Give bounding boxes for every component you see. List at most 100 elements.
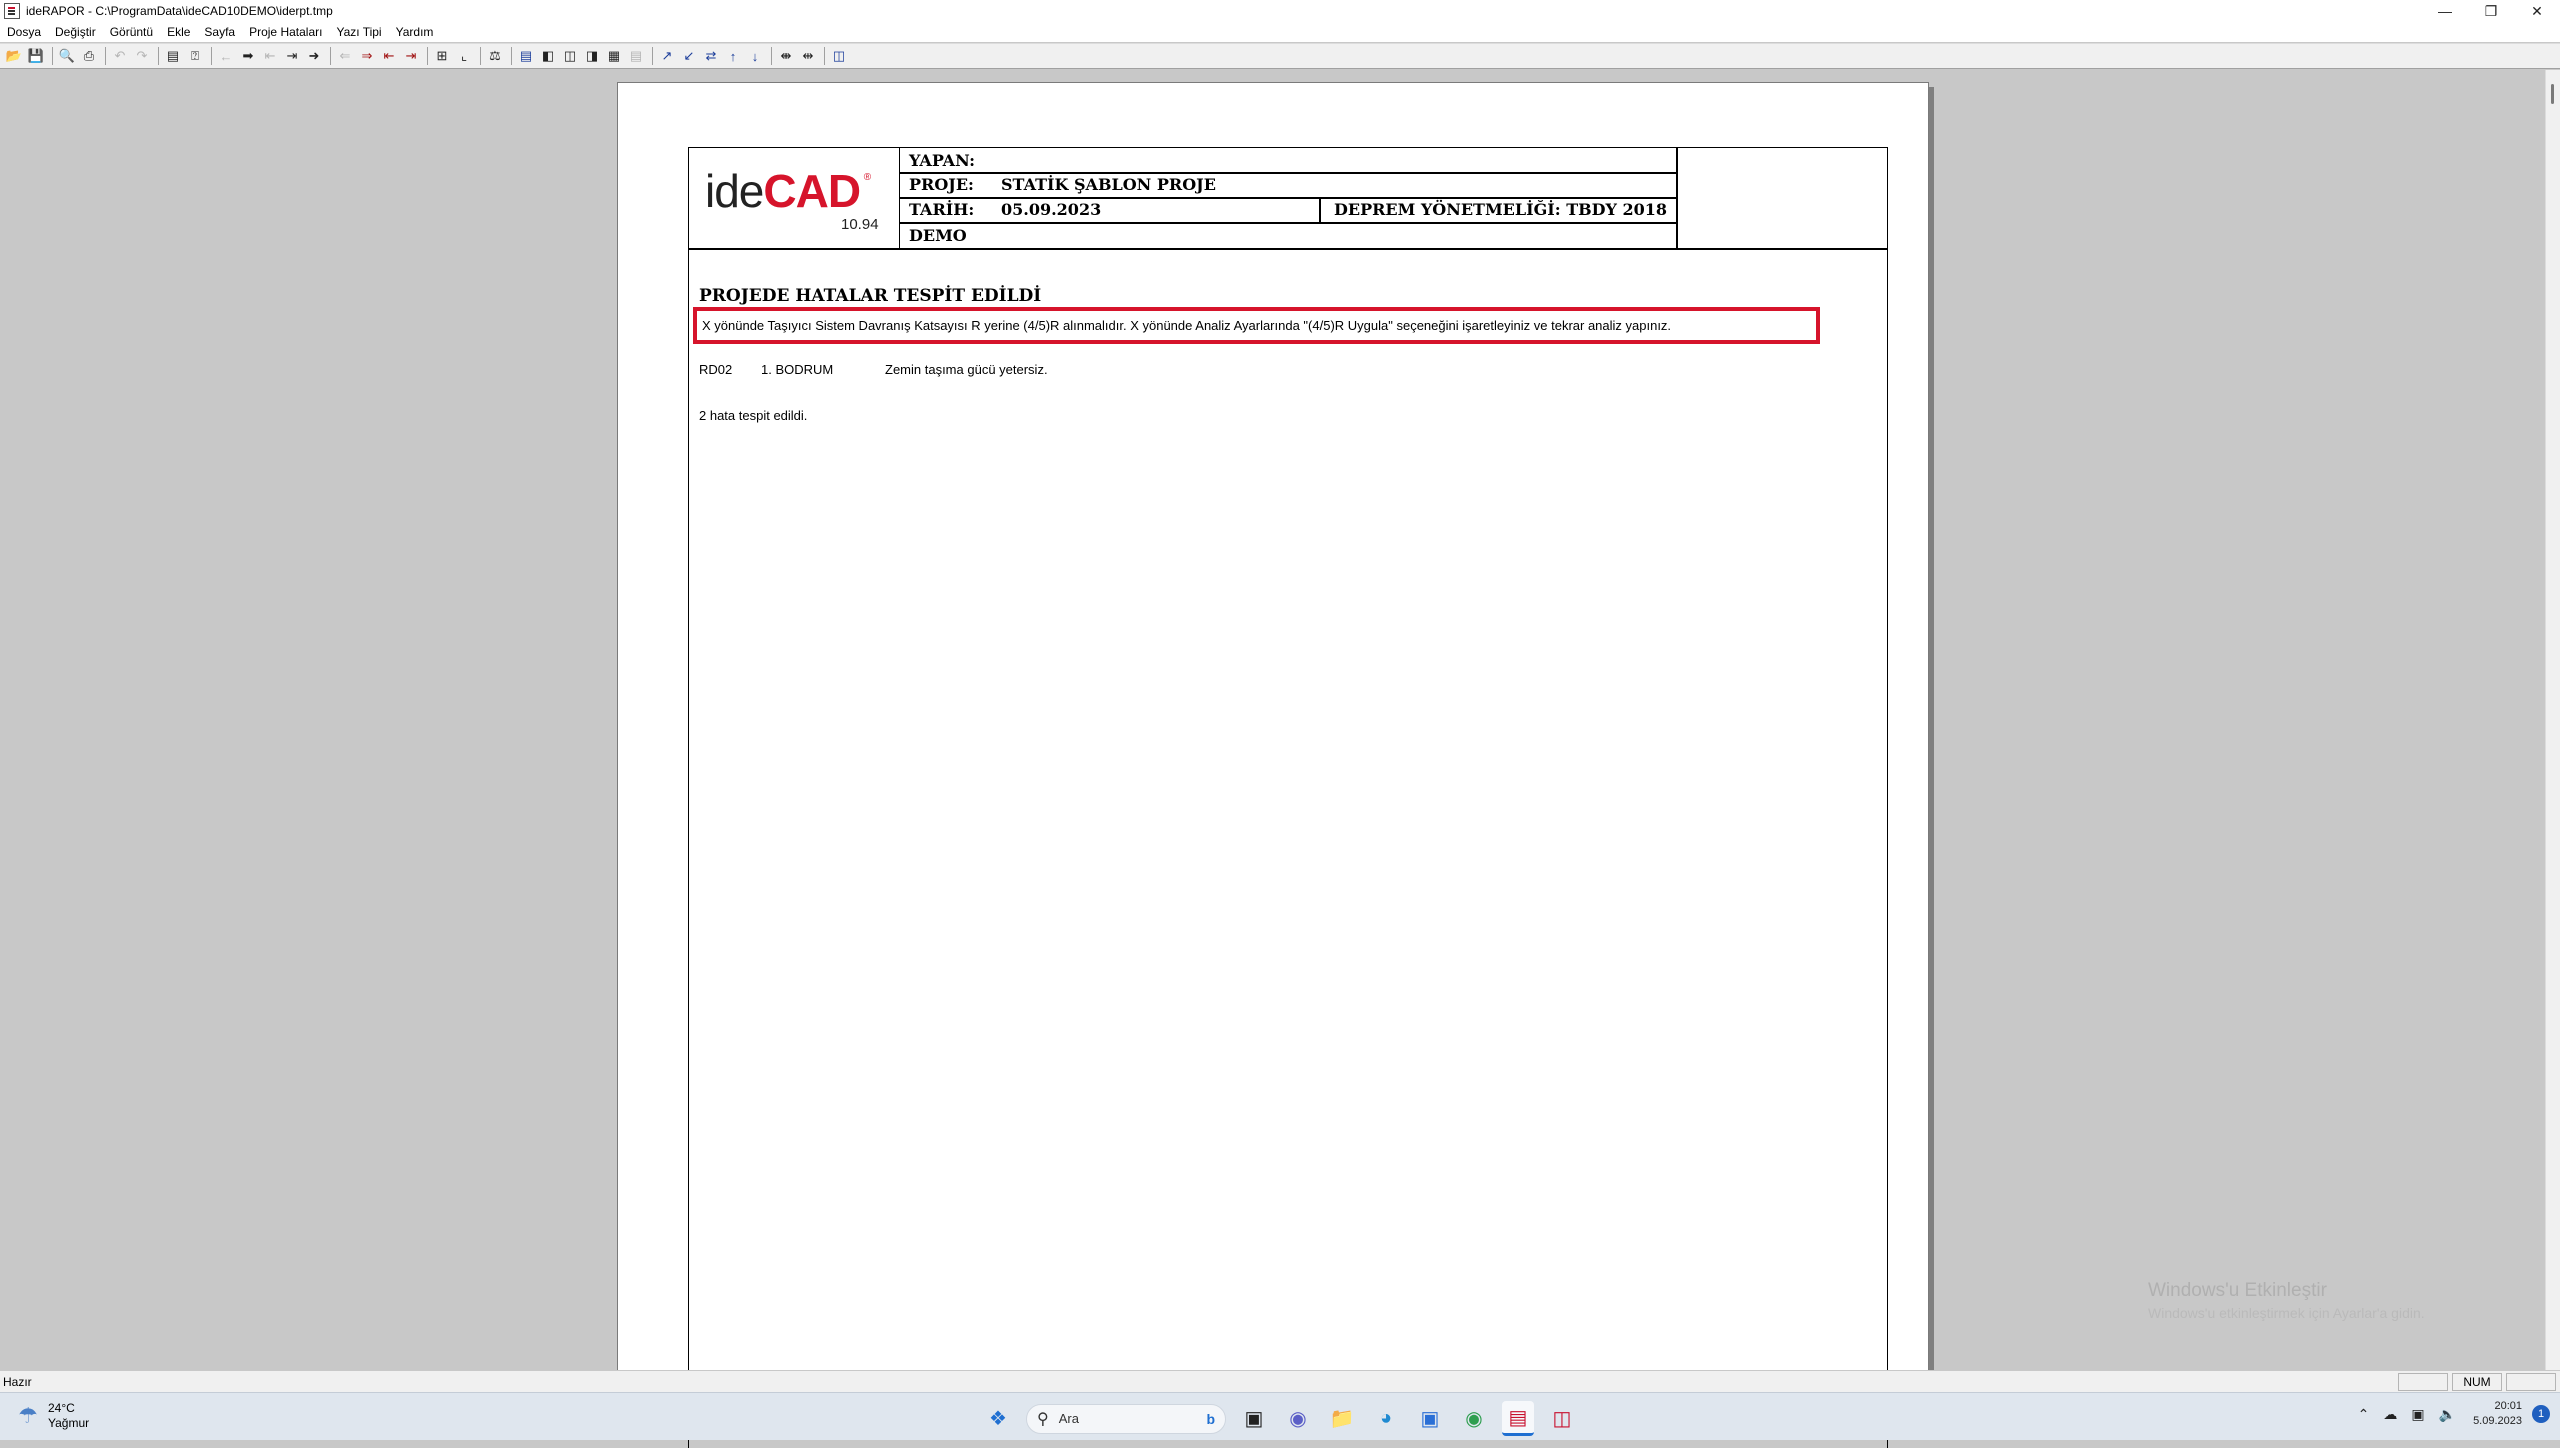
zoom-fit-icon[interactable]: ⇄	[701, 46, 721, 66]
taskbar-apps: ❖ ⚲ Ara b ▣ ◉ 📁 ◕ ▣ ◉ ▤ ◫	[976, 1401, 1584, 1436]
toolbar-separator	[52, 47, 53, 65]
toolbar-separator	[330, 47, 331, 65]
network-icon[interactable]: ▣	[2411, 1406, 2424, 1423]
window-title: ideRAPOR - C:\ProgramData\ideCAD10DEMO\i…	[26, 4, 333, 18]
menu-bar: Dosya Değiştir Görüntü Ekle Sayfa Proje …	[0, 22, 2560, 42]
layout-grid-icon[interactable]: ▦	[604, 46, 624, 66]
menu-degistir[interactable]: Değiştir	[48, 25, 103, 39]
layout-header-icon[interactable]: ▤	[516, 46, 536, 66]
redo-icon[interactable]: ↷	[132, 46, 152, 66]
prev-error-icon[interactable]: ⇐	[335, 46, 355, 66]
layout-right-icon[interactable]: ◨	[582, 46, 602, 66]
toolbar-separator	[211, 47, 212, 65]
yapan-label: YAPAN:	[909, 150, 976, 170]
print-preview-icon[interactable]: 🔍	[57, 46, 77, 66]
title-bar: ideRAPOR - C:\ProgramData\ideCAD10DEMO\i…	[0, 0, 2560, 22]
next-page-icon[interactable]: ➡	[238, 46, 258, 66]
status-ready: Hazır	[3, 1374, 32, 1389]
error-summary: 2 hata tespit edildi.	[699, 408, 808, 423]
first-error-icon[interactable]: ⇤	[379, 46, 399, 66]
error-message: Zemin taşıma gücü yetersiz.	[885, 362, 1048, 377]
notification-badge[interactable]: 1	[2532, 1405, 2550, 1423]
layout-split-icon[interactable]: ◫	[560, 46, 580, 66]
microsoft-store-icon[interactable]: ▣	[1414, 1403, 1446, 1435]
task-view-icon[interactable]: ▣	[1238, 1403, 1270, 1435]
toolbar-separator	[652, 47, 653, 65]
restore-button[interactable]: ❐	[2468, 0, 2514, 22]
activation-watermark-subtitle: Windows'u etkinleştirmek için Ayarlar'a …	[2148, 1305, 2425, 1321]
logo-cell: ideCAD ® 10.94	[689, 148, 900, 248]
idecad-taskbar-icon[interactable]: ◫	[1546, 1403, 1578, 1435]
menu-sayfa[interactable]: Sayfa	[197, 25, 242, 39]
teams-chat-icon[interactable]: ◉	[1282, 1403, 1314, 1435]
undo-icon[interactable]: ↶	[110, 46, 130, 66]
align-icon[interactable]: ⌞	[454, 46, 474, 66]
layout-left-icon[interactable]: ◧	[538, 46, 558, 66]
open-folder-icon[interactable]: 📂	[4, 46, 24, 66]
goto-page-icon[interactable]: ➜	[304, 46, 324, 66]
minimize-button[interactable]: —	[2422, 0, 2468, 22]
toolbar-separator	[480, 47, 481, 65]
bing-icon[interactable]: b	[1206, 1411, 1215, 1427]
deprem-yonetmeligi: DEPREM YÖNETMELİĞİ: TBDY 2018	[1334, 200, 1668, 219]
idecad-logo: ideCAD ®	[705, 164, 871, 218]
scale-icon[interactable]: ⚖	[485, 46, 505, 66]
menu-yazi-tipi[interactable]: Yazı Tipi	[329, 25, 388, 39]
taskbar-clock[interactable]: 20:01 5.09.2023	[2473, 1399, 2522, 1429]
status-num-indicator: NUM	[2452, 1372, 2502, 1391]
highlighted-error-box: X yönünde Taşıyıcı Sistem Davranış Katsa…	[693, 307, 1820, 344]
first-page-icon[interactable]: ⇤	[260, 46, 280, 66]
move-down-icon[interactable]: ↓	[745, 46, 765, 66]
menu-goruntu[interactable]: Görüntü	[103, 25, 160, 39]
version-label: 10.94	[841, 216, 879, 233]
highlighted-error-text: X yönünde Taşıyıcı Sistem Davranış Katsa…	[702, 318, 1672, 333]
scrollbar-thumb[interactable]	[2551, 84, 2554, 104]
edge-browser-icon[interactable]: ◕	[1370, 1403, 1402, 1435]
chrome-browser-icon[interactable]: ◉	[1458, 1403, 1490, 1435]
toolbar: 📂 💾 🔍 ⎙ ↶ ↷ ▤ ⍰ ← ➡ ⇤ ⇥ ➜ ⇐ ⇒ ⇤ ⇥ ⊞ ⌞ ⚖ …	[0, 43, 2560, 69]
zoom-out-icon[interactable]: ↙	[679, 46, 699, 66]
status-indicator-empty	[2398, 1372, 2448, 1391]
weather-condition: Yağmur	[48, 1416, 90, 1430]
move-up-icon[interactable]: ↑	[723, 46, 743, 66]
previous-page-icon[interactable]: ←	[216, 46, 236, 66]
fit-width-icon[interactable]: ⇼	[776, 46, 796, 66]
save-icon[interactable]: 💾	[26, 46, 46, 66]
weather-widget[interactable]: ☂ 24°C Yağmur	[16, 1401, 89, 1431]
logo-registered-mark: ®	[863, 172, 871, 183]
windows-start-icon[interactable]: ❖	[982, 1403, 1014, 1435]
menu-ekle[interactable]: Ekle	[160, 25, 197, 39]
report-page: ideCAD ® 10.94 YAPAN: PROJE: STATİK ŞABLO…	[617, 82, 1929, 1448]
errors-heading: PROJEDE HATALAR TESPİT EDİLDİ	[699, 286, 1042, 306]
activation-watermark-title: Windows'u Etkinleştir	[2148, 1280, 2327, 1301]
close-button[interactable]: ✕	[2514, 0, 2560, 22]
file-explorer-icon[interactable]: 📁	[1326, 1403, 1358, 1435]
iderapor-taskbar-icon[interactable]: ▤	[1502, 1401, 1534, 1436]
layout-list-icon[interactable]: ▤	[626, 46, 646, 66]
page-icon[interactable]: ▤	[163, 46, 183, 66]
status-indicator-empty	[2506, 1372, 2556, 1391]
menu-yardim[interactable]: Yardım	[389, 25, 441, 39]
menu-dosya[interactable]: Dosya	[0, 25, 48, 39]
onedrive-cloud-icon[interactable]: ☁	[2383, 1406, 2397, 1423]
help-page-icon[interactable]: ⍰	[185, 46, 205, 66]
volume-icon[interactable]: 🔈	[2439, 1406, 2456, 1423]
header-line	[899, 222, 1676, 224]
fit-page-icon[interactable]: ⇹	[798, 46, 818, 66]
taskbar-search[interactable]: ⚲ Ara b	[1026, 1403, 1226, 1434]
toolbar-separator	[824, 47, 825, 65]
last-page-icon[interactable]: ⇥	[282, 46, 302, 66]
zoom-in-icon[interactable]: ↗	[657, 46, 677, 66]
print-icon[interactable]: ⎙	[79, 46, 99, 66]
error-code: RD02	[699, 362, 733, 377]
vertical-scrollbar[interactable]	[2545, 70, 2560, 1370]
chevron-up-icon[interactable]: ⌃	[2358, 1406, 2370, 1423]
logo-ide-text: ide	[705, 165, 764, 217]
rain-cloud-icon: ☂	[18, 1403, 38, 1428]
menu-proje-hatalari[interactable]: Proje Hataları	[242, 25, 329, 39]
next-error-icon[interactable]: ⇒	[357, 46, 377, 66]
columns-icon[interactable]: ◫	[829, 46, 849, 66]
toolbar-separator	[771, 47, 772, 65]
insert-icon[interactable]: ⊞	[432, 46, 452, 66]
last-error-icon[interactable]: ⇥	[401, 46, 421, 66]
